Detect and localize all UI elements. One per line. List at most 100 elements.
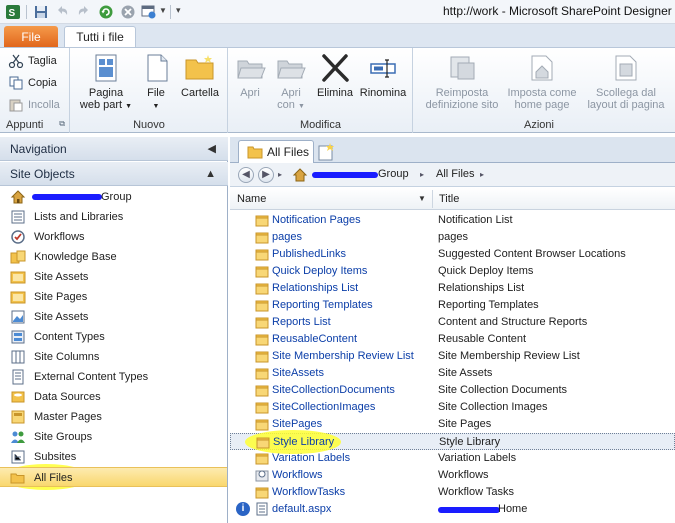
nav-item-label: Data Sources bbox=[34, 391, 101, 403]
home-icon[interactable] bbox=[292, 167, 308, 183]
new-tab-icon[interactable] bbox=[316, 142, 338, 162]
web-part-page-button[interactable]: Pagina web part ▼ bbox=[75, 52, 137, 113]
dialog-launcher-icon[interactable]: ⧉ bbox=[59, 119, 65, 129]
nav-item-all-files[interactable]: All Files bbox=[0, 467, 227, 487]
nav-item-label: Site Groups bbox=[34, 431, 93, 443]
preview-in-browser-icon[interactable] bbox=[141, 4, 157, 20]
nav-item-site-assets[interactable]: Site Assets bbox=[0, 267, 227, 287]
nav-item-external-content-types[interactable]: External Content Types bbox=[0, 367, 227, 387]
redo-icon[interactable] bbox=[76, 4, 92, 20]
folder-icon bbox=[255, 368, 269, 380]
forward-button[interactable]: ▶ bbox=[258, 167, 274, 183]
nav-item-lists-and-libraries[interactable]: Lists and Libraries bbox=[0, 207, 227, 227]
close-icon[interactable] bbox=[120, 4, 136, 20]
cut-button[interactable]: Taglia bbox=[8, 54, 57, 68]
home-page-icon bbox=[531, 55, 553, 81]
breadcrumb-current[interactable]: All Files bbox=[436, 168, 475, 180]
nav-item-site-home[interactable]: Group bbox=[0, 187, 227, 207]
document-tab-strip: All Files bbox=[230, 137, 675, 164]
reset-to-site-definition-button[interactable]: Reimposta definizione sito bbox=[418, 52, 506, 111]
folder-icon bbox=[255, 419, 269, 431]
preview-dropdown-icon[interactable]: ▼ bbox=[159, 6, 167, 15]
cut-label: Taglia bbox=[28, 54, 57, 67]
new-folder-button[interactable]: Cartella bbox=[175, 52, 225, 99]
tab-all-files-document[interactable]: All Files bbox=[238, 140, 314, 164]
new-file-button[interactable]: File ▼ bbox=[141, 52, 171, 113]
nav-item-content-types[interactable]: Content Types bbox=[0, 327, 227, 347]
table-row[interactable]: Reports List Content and Structure Report… bbox=[230, 314, 675, 331]
delete-button[interactable]: Elimina bbox=[315, 52, 355, 99]
set-as-home-page-button[interactable]: Imposta come home page bbox=[506, 52, 578, 111]
nav-item-site-columns[interactable]: Site Columns bbox=[0, 347, 227, 367]
table-row[interactable]: Site Membership Review List Site Membersh… bbox=[230, 348, 675, 365]
table-row[interactable]: PublishedLinks Suggested Content Browser … bbox=[230, 246, 675, 263]
row-name[interactable]: pages bbox=[272, 229, 302, 246]
filter-dropdown-icon[interactable]: ▼ bbox=[418, 188, 426, 210]
row-name[interactable]: Reporting Templates bbox=[272, 297, 373, 314]
table-row[interactable]: Workflows Workflows bbox=[230, 467, 675, 484]
breadcrumb-site[interactable]: Group bbox=[378, 168, 409, 180]
open-with-button[interactable]: Apri con ▼ bbox=[273, 52, 309, 113]
row-name[interactable]: SiteAssets bbox=[272, 365, 324, 382]
row-name[interactable]: WorkflowTasks bbox=[272, 484, 345, 501]
nav-item-knowledge-base[interactable]: Knowledge Base bbox=[0, 247, 227, 267]
row-name[interactable]: Style Library bbox=[273, 434, 334, 451]
nav-item-data-sources[interactable]: Data Sources bbox=[0, 387, 227, 407]
file-tab[interactable]: File bbox=[4, 26, 58, 48]
rename-button[interactable]: Rinomina bbox=[357, 52, 409, 99]
tab-all-files[interactable]: Tutti i file bbox=[64, 26, 136, 49]
back-button[interactable]: ◀ bbox=[238, 167, 254, 183]
new-group-label: Nuovo bbox=[133, 119, 165, 131]
row-name[interactable]: Quick Deploy Items bbox=[272, 263, 367, 280]
row-name[interactable]: Site Membership Review List bbox=[272, 348, 414, 365]
row-name[interactable]: Reports List bbox=[272, 314, 331, 331]
table-row[interactable]: SiteCollectionImages Site Collection Imag… bbox=[230, 399, 675, 416]
collapse-pane-icon[interactable]: ◀ bbox=[208, 137, 216, 161]
row-name[interactable]: ReusableContent bbox=[272, 331, 357, 348]
column-header-name[interactable]: Name ▼ bbox=[230, 188, 430, 210]
undo-icon[interactable] bbox=[54, 4, 70, 20]
row-name[interactable]: PublishedLinks bbox=[272, 246, 346, 263]
nav-item-site-groups[interactable]: Site Groups bbox=[0, 427, 227, 447]
customize-qat-icon[interactable]: ▾ bbox=[176, 5, 181, 16]
nav-item-label: Site Columns bbox=[34, 351, 100, 363]
table-row[interactable]: ReusableContent Reusable Content bbox=[230, 331, 675, 348]
image-library-icon bbox=[11, 310, 25, 324]
row-name[interactable]: Notification Pages bbox=[272, 212, 361, 229]
save-icon[interactable] bbox=[33, 4, 49, 20]
nav-item-label: All Files bbox=[34, 472, 73, 484]
detach-from-page-layout-button[interactable]: Scollega dal layout di pagina bbox=[580, 52, 672, 111]
navigation-header[interactable]: Navigation ◀ bbox=[0, 137, 228, 161]
table-row[interactable]: Style Library Style Library bbox=[230, 430, 675, 454]
table-row[interactable]: WorkflowTasks Workflow Tasks bbox=[230, 484, 675, 501]
table-row[interactable]: Quick Deploy Items Quick Deploy Items bbox=[230, 263, 675, 280]
table-row[interactable]: Notification Pages Notification List bbox=[230, 212, 675, 229]
nav-item-site-assets-images[interactable]: Site Assets bbox=[0, 307, 227, 327]
open-button[interactable]: Apri bbox=[235, 52, 266, 99]
row-name[interactable]: default.aspx bbox=[272, 501, 331, 518]
actions-group-label: Azioni bbox=[524, 119, 554, 131]
nav-item-workflows[interactable]: Workflows bbox=[0, 227, 227, 247]
table-row[interactable]: SiteAssets Site Assets bbox=[230, 365, 675, 382]
nav-item-site-pages[interactable]: Site Pages bbox=[0, 287, 227, 307]
copy-button[interactable]: Copia bbox=[8, 76, 57, 90]
folder-icon bbox=[255, 385, 269, 397]
table-row[interactable]: pages pages bbox=[230, 229, 675, 246]
row-name[interactable]: Relationships List bbox=[272, 280, 358, 297]
site-objects-header[interactable]: Site Objects ▲ bbox=[0, 162, 228, 186]
table-row[interactable]: Reporting Templates Reporting Templates bbox=[230, 297, 675, 314]
edit-group: Apri Apri con ▼ Elimina Rinomina Modific… bbox=[229, 48, 413, 133]
row-name[interactable]: Workflows bbox=[272, 467, 323, 484]
row-name[interactable]: SiteCollectionImages bbox=[272, 399, 375, 416]
row-name[interactable]: SiteCollectionDocuments bbox=[272, 382, 395, 399]
table-row[interactable]: SiteCollectionDocuments Site Collection D… bbox=[230, 382, 675, 399]
refresh-icon[interactable] bbox=[98, 4, 114, 20]
table-row[interactable]: Relationships List Relationships List bbox=[230, 280, 675, 297]
row-title: Content and Structure Reports bbox=[438, 316, 588, 328]
column-header-title[interactable]: Title bbox=[432, 188, 672, 210]
paste-button[interactable]: Incolla bbox=[8, 98, 60, 112]
table-row[interactable]: i default.aspx Home bbox=[230, 501, 675, 518]
chevron-up-icon[interactable]: ▲ bbox=[205, 162, 216, 186]
workflow-folder-icon bbox=[255, 470, 269, 482]
nav-item-master-pages[interactable]: Master Pages bbox=[0, 407, 227, 427]
